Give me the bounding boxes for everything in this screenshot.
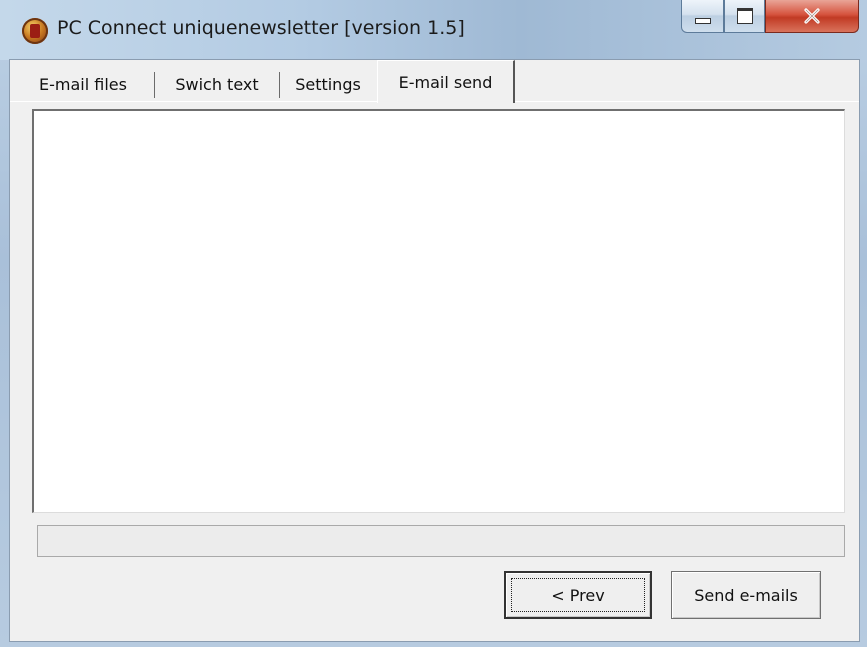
maximize-button[interactable] [724,0,765,33]
prev-button[interactable]: < Prev [504,571,652,619]
minimize-button[interactable] [681,0,724,33]
focus-rectangle [511,578,645,612]
tab-label: Swich text [175,74,259,94]
tab-swich-text[interactable]: Swich text [155,66,279,102]
status-bar [37,525,845,557]
tab-e-mail-files[interactable]: E-mail files [12,66,154,102]
maximize-icon [736,8,753,24]
close-icon [804,8,820,24]
tab-label: Settings [295,74,361,94]
minimize-icon [694,18,711,24]
send-emails-button[interactable]: Send e-mails [671,571,821,619]
tab-e-mail-send[interactable]: E-mail send [377,60,515,103]
title-bar[interactable]: PC Connect uniquenewsletter [version 1.5… [0,0,867,60]
tab-settings[interactable]: Settings [280,66,376,102]
caption-buttons [681,0,859,33]
tab-strip: E-mail files Swich text Settings E-mail … [10,60,859,103]
tab-label: E-mail files [39,74,127,94]
close-button[interactable] [765,0,859,33]
tab-label: E-mail send [398,72,493,92]
send-emails-button-label: Send e-mails [694,585,798,605]
send-log-panel[interactable] [32,109,845,513]
app-icon[interactable] [22,18,48,44]
application-window: PC Connect uniquenewsletter [version 1.5… [0,0,867,647]
window-title: PC Connect uniquenewsletter [version 1.5… [57,17,465,39]
client-area: E-mail files Swich text Settings E-mail … [9,59,860,642]
